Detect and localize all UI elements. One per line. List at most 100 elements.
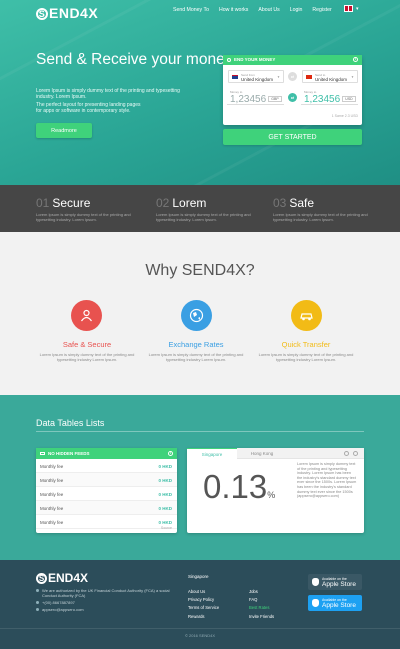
row-label: Monthly fee	[40, 520, 64, 525]
table-row: Monthly fee 0 HKD	[36, 487, 177, 501]
get-started-button[interactable]: GET STARTED	[223, 129, 362, 145]
fees-table-title: NO HIDDEN FEEDS	[48, 451, 90, 456]
send-to-value: United Kingdom	[315, 77, 348, 82]
apple-store-button[interactable]: Available on the Apple Store	[308, 595, 362, 611]
phone-icon	[36, 601, 39, 604]
store-label: Apple Store	[322, 602, 356, 609]
users-icon	[71, 300, 102, 331]
send-from-value: United Kingdom	[241, 77, 274, 82]
footer-link-jobs[interactable]: Jobs	[249, 589, 258, 594]
footer-info-text: We are authorized by the UK Financial Co…	[42, 588, 170, 598]
footer-link-invite[interactable]: Invite Friends	[249, 614, 274, 619]
why-item-desc: Lorem Ipsum is simply dummy text of the …	[258, 352, 354, 362]
store-label: Apple Store	[322, 581, 356, 588]
row-label: Monthly fee	[40, 492, 64, 497]
footer-email-text: appsero@appsero.com	[42, 607, 84, 612]
feature-number: 02	[156, 196, 170, 210]
why-item-desc: Lorem Ipsum is simply dummy text of the …	[148, 352, 244, 362]
nav-send-money-to[interactable]: Send Money To	[173, 7, 209, 13]
table-row: Monthly fee 0 HKD	[36, 459, 177, 473]
footer-link-faq[interactable]: FAQ	[249, 597, 257, 602]
tables-title: Data Tables Lists	[36, 418, 105, 428]
footer-link-terms[interactable]: Terms of Service	[188, 605, 219, 610]
row-label: Monthly fee	[40, 464, 64, 469]
footer-link-best-rates[interactable]: Best Rates	[249, 605, 269, 610]
swap-icon[interactable]: ⇄	[288, 72, 297, 81]
feature-desc: Lorem Ipsum is simply dummy text of the …	[36, 212, 131, 222]
footer-phone: +(00) 8667887897	[36, 600, 75, 605]
divider	[36, 431, 364, 432]
info-icon[interactable]: i	[168, 451, 173, 456]
exchange-rate-text: 1 Same 2.3 USD	[331, 114, 358, 118]
apple-store-button[interactable]: Available on the Apple Store	[308, 574, 362, 590]
why-title: Why SEND4X?	[145, 262, 255, 279]
apple-icon	[312, 578, 319, 586]
amount-to-field[interactable]: Money to 1,23456 USD	[301, 89, 358, 105]
row-value: 0 HKD	[158, 492, 172, 497]
table-source: Source	[160, 526, 172, 530]
footer-link-rewards[interactable]: Rewards	[188, 614, 205, 619]
amount-to-value: 1,23456	[304, 94, 341, 105]
feature-desc: Lorem Ipsum is simply dummy text of the …	[273, 212, 368, 222]
footer-info-line: We are authorized by the UK Financial Co…	[36, 588, 176, 598]
exchange-icon: ⇄	[288, 93, 297, 102]
flag-icon	[306, 75, 312, 79]
feature-title: Safe	[289, 196, 315, 210]
readmore-button[interactable]: Readmore	[36, 123, 92, 138]
amount-from-field[interactable]: Money to 1,23456 GBP	[227, 89, 284, 105]
table-row: Monthly fee 0 HKD	[36, 515, 177, 529]
tab-singapore[interactable]: Singapore	[187, 448, 237, 459]
refresh-icon[interactable]	[353, 451, 358, 456]
footer-link-privacy[interactable]: Privacy Policy	[188, 597, 214, 602]
footer-email[interactable]: appsero@appsero.com	[36, 607, 84, 612]
footer-logo[interactable]: S END4X	[36, 571, 88, 585]
send-to-select[interactable]: Send to United Kingdom ▼	[302, 70, 358, 83]
rate-unit: %	[267, 490, 276, 500]
nav-login[interactable]: Login	[290, 7, 303, 13]
rate-number: 0.13	[203, 468, 268, 505]
table-row: Monthly fee 0 HKD	[36, 473, 177, 487]
currency-from-select[interactable]: GBP	[268, 96, 282, 102]
feature-item: 02 Lorem Lorem Ipsum is simply dummy text…	[156, 196, 251, 222]
main-nav: Send Money To How it works About Us Logi…	[173, 7, 332, 13]
logo[interactable]: S END4X	[36, 5, 98, 21]
footer-link-about[interactable]: About Us	[188, 589, 205, 594]
tab-hong-kong[interactable]: Hong Kong	[237, 448, 287, 459]
row-value: 0 HKD	[158, 506, 172, 511]
logo-mark: S	[36, 573, 47, 584]
hero-subtext: The perfect layout for presenting landin…	[36, 102, 141, 114]
chevron-down-icon: ▼	[351, 75, 354, 79]
currency-to-select[interactable]: USD	[342, 96, 356, 102]
info-icon[interactable]: i	[353, 57, 358, 62]
fees-table-header: NO HIDDEN FEEDS i	[36, 448, 177, 459]
dollar-icon	[227, 58, 231, 62]
row-value: 0 HKD	[158, 478, 172, 483]
feature-number: 01	[36, 196, 50, 210]
info-icon[interactable]	[344, 451, 349, 456]
uk-flag-icon[interactable]	[344, 5, 353, 12]
card-header: END YOUR MONEY i	[223, 55, 362, 65]
uk-flag-icon	[232, 75, 238, 79]
row-value: 0 HKD	[158, 520, 172, 525]
row-label: Monthly fee	[40, 506, 64, 511]
hero-text: Lorem Ipsum is simply dummy text of the …	[36, 88, 180, 100]
nav-about-us[interactable]: About Us	[258, 7, 279, 13]
amount-from-value: 1,23456	[230, 94, 267, 105]
logo-mark: S	[36, 8, 48, 20]
send-from-select[interactable]: Send from United Kingdom ▼	[228, 70, 284, 83]
globe-icon	[181, 300, 212, 331]
divider	[0, 628, 400, 629]
logo-text: END4X	[49, 5, 99, 21]
copyright: © 2016 SEND4X	[184, 633, 216, 638]
feature-item: 03 Safe Lorem Ipsum is simply dummy text …	[273, 196, 368, 222]
feature-item: 01 Secure Lorem Ipsum is simply dummy tex…	[36, 196, 131, 222]
apple-icon	[312, 599, 319, 607]
feature-desc: Lorem Ipsum is simply dummy text of the …	[156, 212, 251, 222]
send-money-card: END YOUR MONEY i Send from United Kingdo…	[223, 55, 362, 125]
car-icon	[291, 300, 322, 331]
feature-title: Lorem	[172, 196, 207, 210]
footer-phone-text: +(00) 8667887897	[42, 600, 75, 605]
chevron-down-icon[interactable]: ▾	[356, 6, 359, 12]
nav-how-it-works[interactable]: How it works	[219, 7, 248, 13]
nav-register[interactable]: Register	[312, 7, 331, 13]
